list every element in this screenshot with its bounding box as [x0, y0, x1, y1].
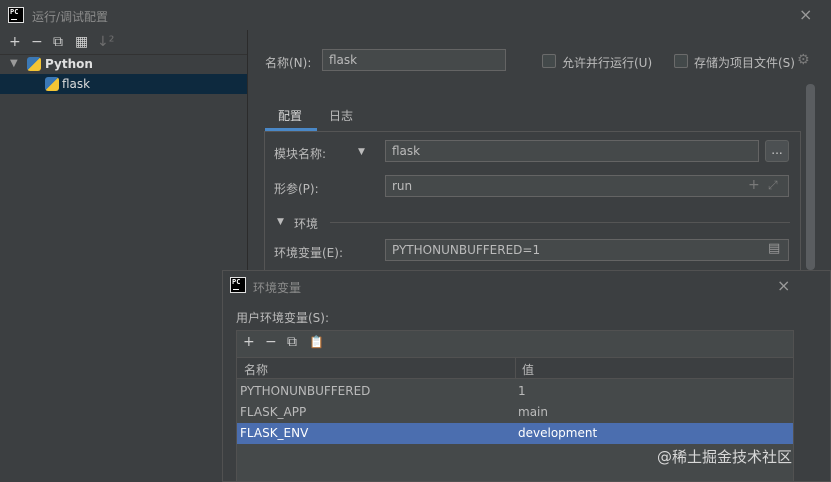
table-toolbar: + − ⧉ 📋	[243, 334, 331, 350]
name-input[interactable]: flask	[322, 49, 506, 71]
allow-parallel-label[interactable]: 允许并行运行(U)	[562, 54, 652, 71]
close-icon[interactable]: ×	[799, 5, 812, 24]
vertical-scrollbar[interactable]	[806, 84, 815, 270]
python-icon	[27, 57, 41, 71]
row-name: PYTHONUNBUFFERED	[240, 384, 371, 398]
env-vars-label: 环境变量(E):	[274, 246, 343, 260]
section-divider	[330, 222, 790, 223]
remove-icon[interactable]: −	[31, 34, 53, 50]
browse-button[interactable]: ...	[765, 140, 789, 162]
document-icon[interactable]: ▤	[768, 241, 780, 256]
column-header-name[interactable]: 名称	[244, 361, 268, 378]
folder-icon[interactable]: ▦	[75, 34, 97, 50]
dialog-title: 环境变量	[253, 281, 302, 295]
window-title: 运行/调试配置	[32, 10, 109, 24]
params-label: 形参(P):	[274, 182, 319, 196]
store-as-project-label[interactable]: 存储为项目文件(S)	[694, 54, 795, 71]
params-input[interactable]: run	[385, 175, 789, 197]
python-icon	[45, 77, 59, 91]
tab-log[interactable]: 日志	[329, 107, 353, 124]
tree-item-label: flask	[62, 77, 91, 91]
chevron-down-icon[interactable]: ▼	[358, 147, 365, 157]
chevron-down-icon[interactable]: ▼	[10, 58, 18, 69]
table-row-selected[interactable]: FLASK_ENV development	[237, 423, 793, 444]
table-row[interactable]: FLASK_APP main	[237, 402, 793, 423]
chevron-down-icon[interactable]: ▼	[277, 217, 284, 227]
env-section-label[interactable]: 环境	[294, 215, 318, 232]
sort-icon[interactable]: ↓²	[97, 34, 119, 50]
expand-icon[interactable]: ⤢	[768, 178, 778, 193]
column-divider	[515, 357, 516, 379]
module-label: 模块名称:	[274, 147, 327, 161]
add-icon[interactable]: +	[9, 34, 31, 50]
name-label: 名称(N):	[265, 56, 312, 70]
paste-icon[interactable]: 📋	[309, 335, 331, 349]
add-icon[interactable]: +	[243, 334, 265, 350]
module-input[interactable]: flask	[385, 140, 759, 162]
add-icon[interactable]: +	[748, 177, 760, 193]
table-row[interactable]: PYTHONUNBUFFERED 1	[237, 381, 793, 402]
tree-item-flask[interactable]	[0, 74, 247, 94]
row-name: FLASK_APP	[240, 405, 307, 419]
row-value: 1	[518, 384, 526, 398]
gear-icon[interactable]: ⚙	[797, 52, 810, 68]
copy-icon[interactable]: ⧉	[287, 334, 309, 350]
watermark: @稀土掘金技术社区	[657, 448, 793, 466]
tree-toolbar: + − ⧉ ▦ ↓²	[9, 34, 119, 50]
column-header-value[interactable]: 值	[522, 361, 534, 378]
allow-parallel-checkbox[interactable]	[542, 54, 556, 68]
close-icon[interactable]: ×	[777, 276, 790, 295]
row-value: main	[518, 405, 548, 419]
config-tree-panel	[0, 30, 248, 482]
store-as-project-checkbox[interactable]	[674, 54, 688, 68]
title-bar	[0, 0, 831, 30]
row-name: FLASK_ENV	[240, 426, 309, 440]
tree-group-python[interactable]: Python	[45, 57, 93, 75]
user-vars-label: 用户环境变量(S):	[236, 311, 330, 325]
toolbar-divider	[0, 54, 247, 55]
env-vars-input[interactable]: PYTHONUNBUFFERED=1	[385, 239, 789, 261]
remove-icon[interactable]: −	[265, 334, 287, 350]
tab-config[interactable]: 配置	[278, 107, 302, 124]
pycharm-logo-icon: PC	[230, 277, 246, 293]
copy-icon[interactable]: ⧉	[53, 34, 75, 50]
pycharm-logo-icon: PC	[8, 7, 24, 23]
row-value: development	[518, 426, 598, 440]
